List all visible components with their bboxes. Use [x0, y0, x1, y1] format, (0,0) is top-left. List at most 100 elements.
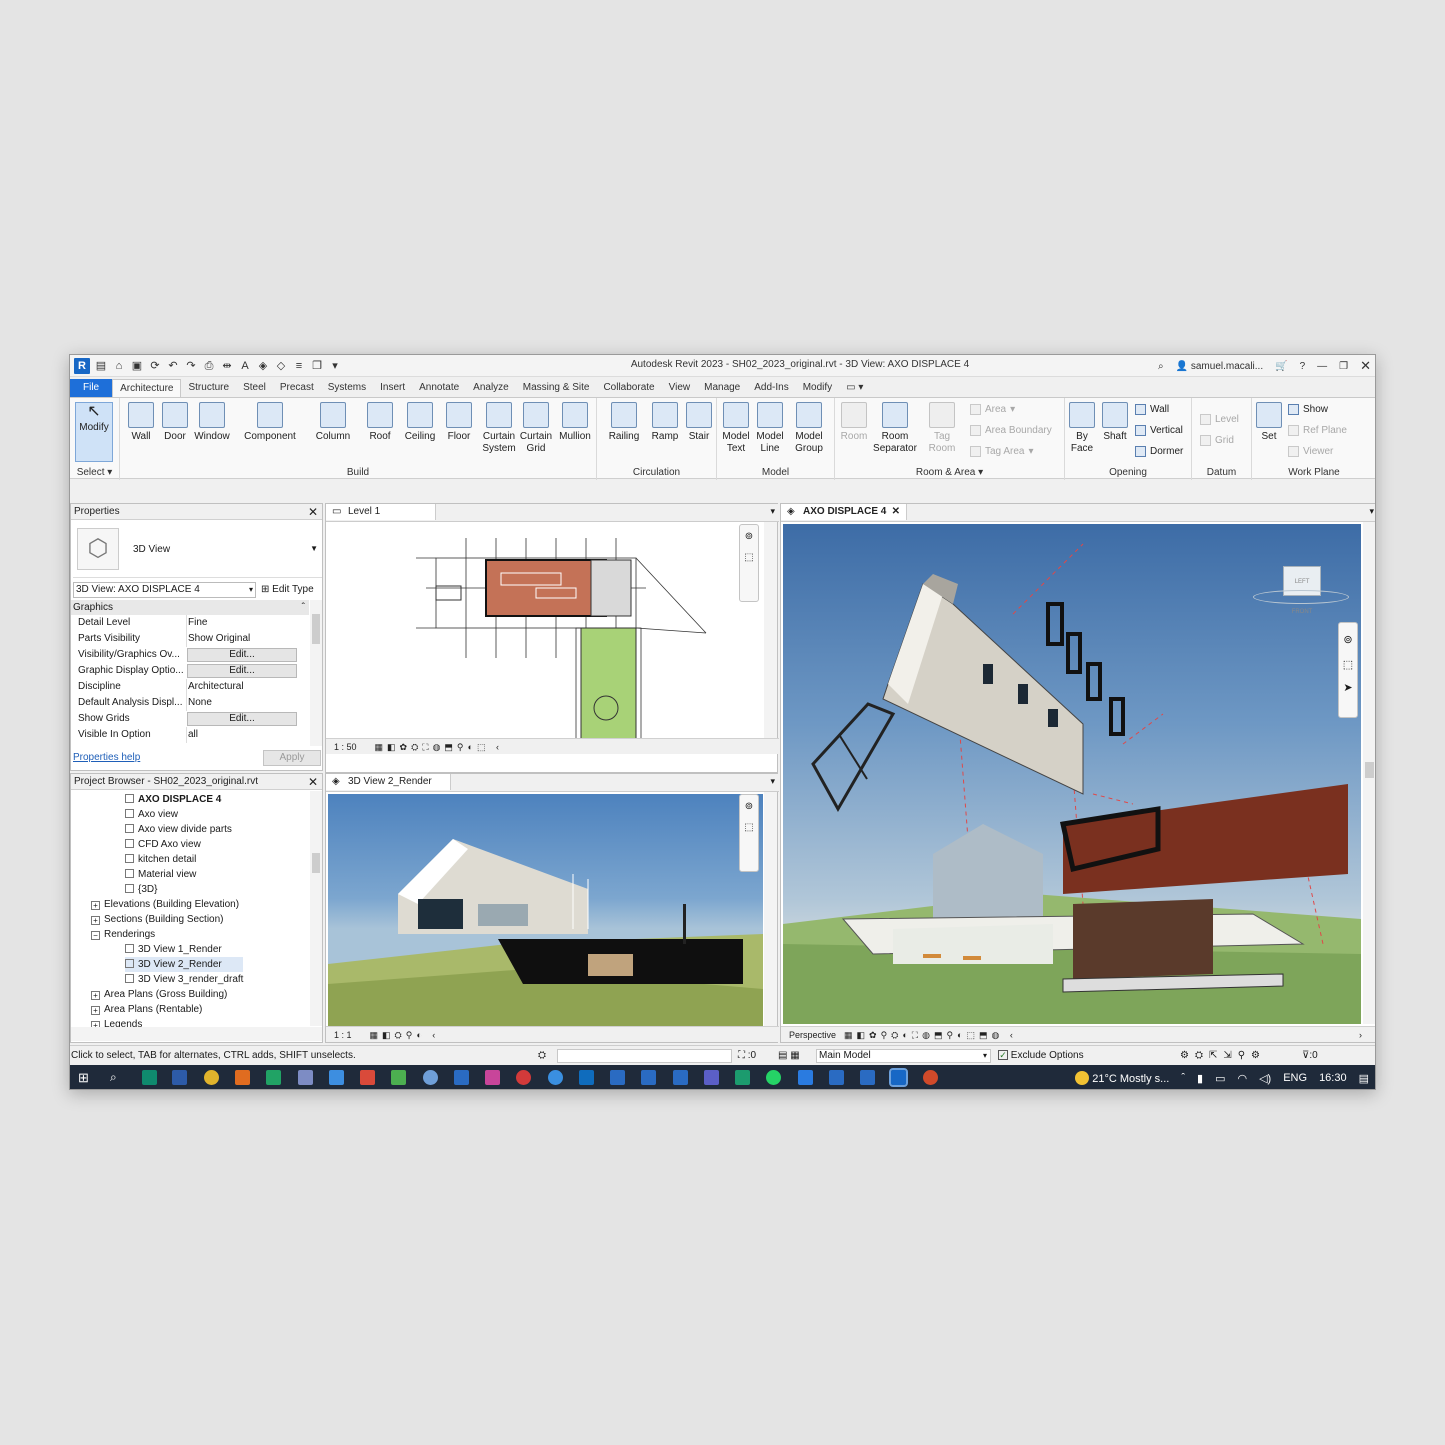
maximize-button[interactable]: ❐ — [1339, 361, 1348, 372]
instance-filter[interactable]: 3D View: AXO DISPLACE 4 ▾ — [73, 582, 256, 598]
edit-type-button[interactable]: ⊞ Edit Type — [261, 582, 314, 598]
close-button[interactable]: ✕ — [1360, 358, 1371, 374]
binoculars-icon[interactable]: ⌕ — [1158, 361, 1164, 372]
apply-button[interactable]: Apply — [263, 750, 321, 766]
list-item[interactable]: kitchen detail — [125, 852, 232, 867]
properties-scrollbar[interactable] — [310, 600, 322, 746]
tab-modify[interactable]: Modify — [796, 379, 839, 397]
undo-icon[interactable]: ↶ — [166, 359, 180, 373]
app-icon[interactable] — [485, 1070, 500, 1085]
view-scale[interactable]: 1 : 50 — [334, 742, 357, 752]
navigation-bar[interactable]: ⊚ ⬚ ➤ — [1338, 622, 1358, 718]
revit-active-icon[interactable] — [889, 1068, 908, 1087]
thin-lines-icon[interactable]: ≡ — [292, 359, 306, 373]
tab-structure[interactable]: Structure — [181, 379, 236, 397]
component-button[interactable]: Component — [240, 402, 300, 443]
close-icon[interactable]: ✕ — [308, 504, 318, 520]
set-button[interactable]: Set — [1254, 402, 1284, 443]
app-icon[interactable] — [142, 1070, 157, 1085]
type-selector[interactable]: ⬡ 3D View ▼ — [73, 522, 322, 578]
model-line-button[interactable]: Model Line — [753, 402, 787, 455]
panel-room-area-label[interactable]: Room & Area ▾ — [835, 467, 1064, 478]
tab-level-1[interactable]: ▭ Level 1 — [326, 504, 436, 520]
curtain-grid-button[interactable]: Curtain Grid — [518, 402, 554, 455]
prop-row[interactable]: Visibility/Graphics Ov... Edit... — [71, 647, 309, 663]
group-graphics[interactable]: Graphics ˆ — [71, 600, 309, 615]
workset-dropdown[interactable] — [557, 1049, 732, 1063]
railing-button[interactable]: Railing — [605, 402, 643, 443]
floor-plan-drawing[interactable] — [406, 528, 716, 758]
help-icon[interactable]: ? — [1300, 361, 1306, 372]
tree-group[interactable]: + Area Plans (Rentable) — [91, 1002, 227, 1017]
ramp-button[interactable]: Ramp — [647, 402, 683, 443]
list-item[interactable]: 3D View 2_Render — [125, 957, 244, 972]
expand-icon[interactable]: + — [91, 901, 100, 910]
browser-scrollbar[interactable] — [310, 791, 322, 1026]
start-button-icon[interactable]: ⊞ — [78, 1070, 93, 1085]
app-icon[interactable] — [298, 1070, 313, 1085]
teams-icon[interactable] — [704, 1070, 719, 1085]
expand-icon[interactable]: + — [91, 916, 100, 925]
design-options-icon[interactable]: ▤ ▦ — [778, 1046, 800, 1066]
expand-icon[interactable]: + — [91, 991, 100, 1000]
print-icon[interactable]: ⎙ — [202, 359, 216, 373]
tab-steel[interactable]: Steel — [236, 379, 273, 397]
panel-select-label[interactable]: Select ▾ — [70, 467, 119, 478]
viewer-button[interactable]: Viewer — [1288, 446, 1333, 457]
tag-room-button[interactable]: Tag Room — [923, 402, 961, 455]
sync-icon[interactable]: ⟳ — [148, 359, 162, 373]
prop-row[interactable]: Parts Visibility Show Original — [71, 631, 309, 647]
view-control-icons[interactable]: ▦◧✿⚲⛭◐⛶◍⬒⚲◐⬚⬒◍ ‹ — [844, 1030, 1017, 1040]
tab-annotate[interactable]: Annotate — [412, 379, 466, 397]
prop-row[interactable]: Default Analysis Displ... None — [71, 695, 309, 711]
app-icon[interactable] — [798, 1070, 813, 1085]
list-item[interactable]: AXO DISPLACE 4 — [125, 792, 232, 807]
app-icon[interactable] — [423, 1070, 438, 1085]
properties-help-link[interactable]: Properties help — [73, 752, 140, 763]
tab-architecture[interactable]: Architecture — [112, 379, 182, 397]
browser-hscrollbar[interactable] — [71, 1027, 322, 1041]
dormer-button[interactable]: Dormer — [1135, 446, 1183, 457]
app-icon[interactable] — [360, 1070, 375, 1085]
tab-manage[interactable]: Manage — [697, 379, 747, 397]
navigation-bar[interactable]: ⊚ ⬚ — [739, 524, 759, 602]
list-item[interactable]: 3D View 3_render_draft — [125, 972, 243, 987]
door-button[interactable]: Door — [160, 402, 190, 443]
tab-insert[interactable]: Insert — [373, 379, 412, 397]
app-icon[interactable] — [391, 1070, 406, 1085]
prop-row[interactable]: Discipline Architectural — [71, 679, 309, 695]
prop-row[interactable]: Visible In Option all — [71, 727, 309, 743]
tab-systems[interactable]: Systems — [321, 379, 373, 397]
3d-view-icon[interactable]: ◈ — [256, 359, 270, 373]
shaft-button[interactable]: Shaft — [1099, 402, 1131, 443]
selection-filter-icons[interactable]: ⚙⛭⇱⇲⚲⚙ — [1180, 1046, 1266, 1066]
filter-count[interactable]: ⊽:0 — [1302, 1046, 1318, 1066]
scroll-right-icon[interactable]: › — [1359, 1027, 1362, 1043]
prop-row[interactable]: Show Grids Edit... — [71, 711, 309, 727]
collapse-icon[interactable]: − — [91, 931, 100, 940]
revit-taskbar-icon[interactable] — [610, 1070, 625, 1085]
revit-taskbar-icon[interactable] — [673, 1070, 688, 1085]
ref-plane-button[interactable]: Ref Plane — [1288, 425, 1347, 436]
editable-count[interactable]: ⛶ :0 — [738, 1046, 756, 1066]
whatsapp-icon[interactable] — [766, 1070, 781, 1085]
list-item[interactable]: Material view — [125, 867, 232, 882]
roof-button[interactable]: Roof — [364, 402, 396, 443]
tray-chevron-icon[interactable]: ˆ — [1181, 1072, 1185, 1084]
tab-axo-displace-4[interactable]: ◈ AXO DISPLACE 4 ✕ — [781, 504, 907, 520]
edit-button[interactable]: Edit... — [187, 712, 297, 726]
volume-icon[interactable]: ◁) — [1259, 1072, 1271, 1085]
tree-group[interactable]: + Elevations (Building Elevation) — [91, 897, 239, 912]
app-icon[interactable] — [172, 1070, 187, 1085]
tab-add-ins[interactable]: Add-Ins — [747, 379, 795, 397]
weather-widget[interactable]: 21°C Mostly s... — [1075, 1071, 1169, 1085]
app-icon[interactable] — [329, 1070, 344, 1085]
room-button[interactable]: Room — [837, 402, 871, 443]
contextual-tab-dropdown-icon[interactable]: ▭ ▾ — [839, 379, 870, 397]
view-mode[interactable]: Perspective — [789, 1030, 836, 1040]
viewcube[interactable]: LEFT FRONT — [1253, 552, 1349, 615]
tab-collaborate[interactable]: Collaborate — [596, 379, 661, 397]
minimize-button[interactable]: — — [1317, 361, 1327, 372]
design-option-dropdown[interactable]: Main Model ▾ — [816, 1049, 991, 1063]
list-item[interactable]: Axo view divide parts — [125, 822, 232, 837]
